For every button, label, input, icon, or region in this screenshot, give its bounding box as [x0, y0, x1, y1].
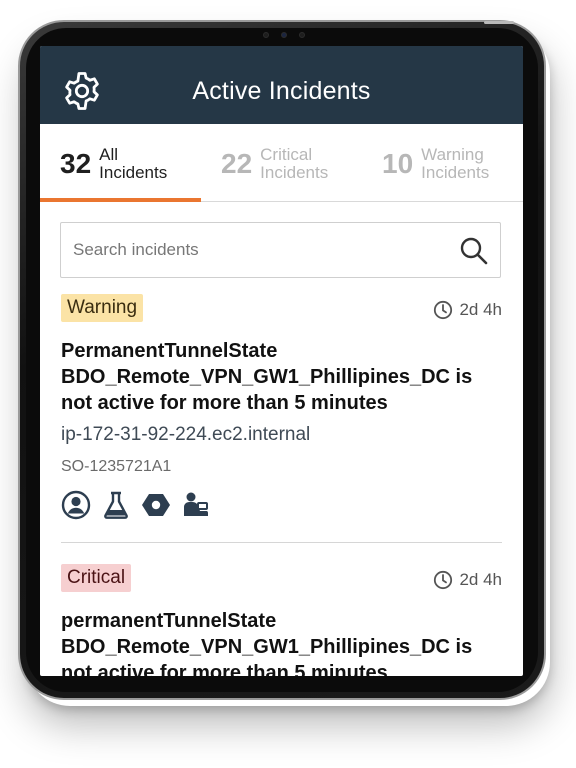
person-badge-icon[interactable]	[181, 490, 211, 520]
camera-lens	[281, 32, 287, 38]
incident-id: SO-1235721A1	[61, 458, 172, 475]
tab-label: Warning Incidents	[421, 146, 489, 182]
incident-age: 2d 4h	[433, 300, 502, 320]
tab-all-incidents[interactable]: 32 All Incidents	[60, 146, 167, 182]
incident-title: PermanentTunnelState BDO_Remote_VPN_GW1_…	[61, 340, 473, 414]
incident-title: permanentTunnelState BDO_Remote_VPN_GW1_…	[61, 610, 473, 676]
incident-card[interactable]: Warning 2d 4h PermanentTunnelState BDO_R…	[61, 294, 502, 520]
hexagon-icon[interactable]	[141, 490, 171, 520]
tab-label-line2: Incidents	[99, 163, 168, 182]
search-box	[60, 222, 501, 278]
tab-label: All Incidents	[99, 146, 167, 182]
tab-critical-incidents[interactable]: 22 Critical Incidents	[221, 146, 328, 182]
tab-label-line1: Critical	[260, 145, 313, 164]
page-title: Active Incidents	[192, 76, 371, 105]
app-screen: Active Incidents 32 All Incidents 22 Cri…	[40, 46, 523, 676]
search-input[interactable]	[73, 240, 443, 260]
app-header: Active Incidents	[40, 46, 523, 124]
tab-label-line2: Incidents	[421, 163, 490, 182]
flask-icon[interactable]	[101, 490, 131, 520]
active-tab-indicator	[40, 198, 201, 202]
incident-age-text: 2d 4h	[459, 570, 502, 589]
device-side-button	[484, 21, 514, 24]
user-circle-icon[interactable]	[61, 490, 91, 520]
severity-badge-warning: Warning	[61, 294, 144, 322]
sensor-dot	[299, 32, 305, 38]
tab-warning-incidents[interactable]: 10 Warning Incidents	[382, 146, 489, 182]
tab-count: 10	[382, 148, 414, 179]
tab-label-line1: Warning	[421, 145, 484, 164]
incident-host: ip-172-31-92-224.ec2.internal	[61, 424, 311, 445]
tab-label-line2: Incidents	[260, 163, 329, 182]
incident-card[interactable]: Critical 2d 4h permanentTunnelState BDO_…	[61, 564, 502, 676]
sensor-dot	[263, 32, 269, 38]
front-camera	[244, 30, 324, 40]
clock-icon	[434, 570, 453, 590]
tab-label: Critical Incidents	[260, 146, 328, 182]
incident-age: 2d 4h	[433, 570, 502, 590]
clock-icon	[434, 300, 453, 320]
card-divider	[61, 542, 502, 543]
incident-tabs: 32 All Incidents 22 Critical Incidents 1…	[40, 124, 523, 202]
search-icon[interactable]	[458, 235, 490, 267]
incident-icons	[61, 490, 502, 520]
severity-badge-critical: Critical	[61, 564, 132, 592]
gear-icon[interactable]	[61, 70, 103, 112]
tab-count: 32	[60, 148, 92, 179]
incident-age-text: 2d 4h	[459, 300, 502, 319]
tab-count: 22	[221, 148, 253, 179]
tab-label-line1: All	[99, 145, 119, 164]
